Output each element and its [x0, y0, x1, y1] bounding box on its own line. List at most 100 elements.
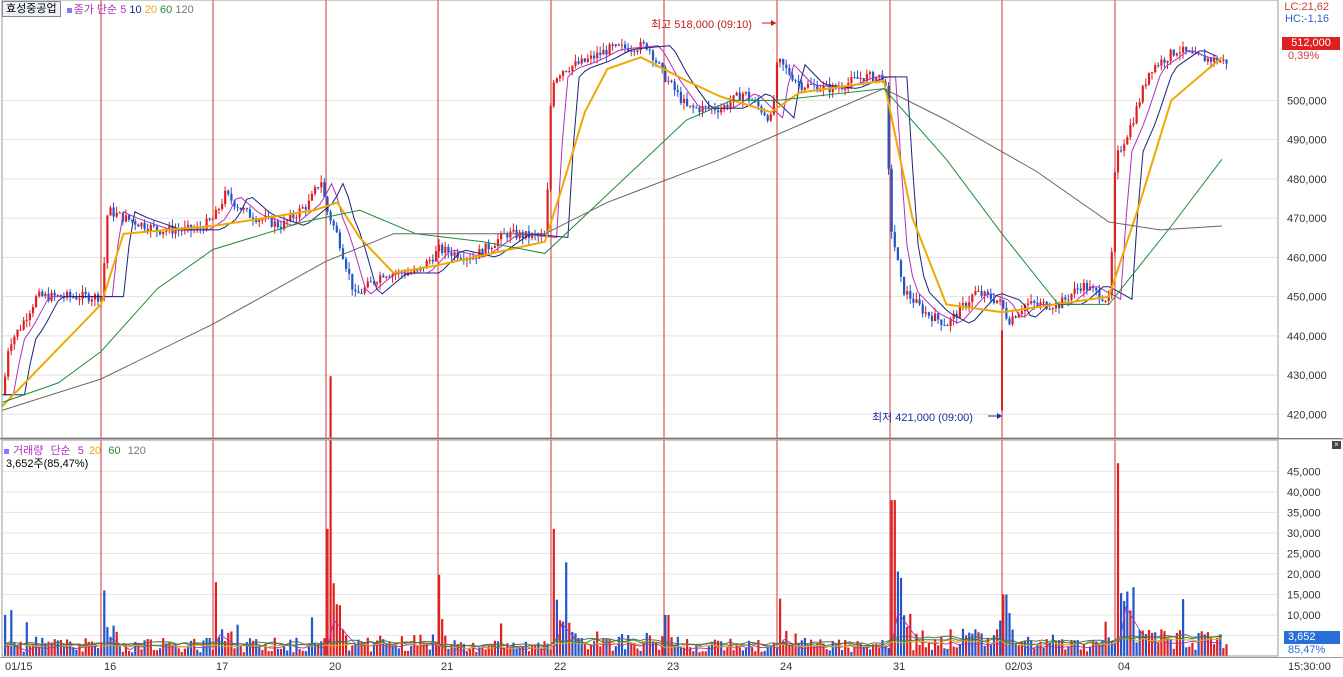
volume-bar [1163, 631, 1166, 656]
vol-ma120-period: 120 [127, 445, 146, 457]
candle-body [682, 98, 686, 104]
volume-bar [698, 652, 701, 656]
volume-bar [568, 622, 571, 656]
volume-bar [22, 651, 25, 656]
volume-bar [500, 623, 503, 656]
candle-body [757, 101, 760, 107]
candle-body [899, 260, 903, 277]
chart-canvas[interactable]: 420,000 430,000 440,000 450,000 460,000 470,0… [0, 0, 1343, 677]
candle-body [304, 207, 307, 210]
candle-body [1036, 302, 1039, 305]
candle-body [599, 52, 602, 55]
candle-body [261, 219, 264, 221]
volume-bar [410, 646, 413, 656]
candle-body [658, 62, 661, 64]
candle-body [1175, 53, 1178, 56]
candle-body [856, 77, 859, 79]
volume-bar [1191, 642, 1194, 656]
candle-body [558, 75, 562, 79]
volume-bar [75, 649, 78, 656]
candle-body [909, 291, 912, 299]
volume-bar [469, 649, 472, 656]
stock-name-box[interactable]: 효성중공업 [2, 1, 61, 17]
candle-body [493, 246, 496, 249]
candle-body [38, 291, 41, 297]
candle-body [1042, 301, 1045, 303]
candle-body [140, 222, 143, 227]
volume-bar [943, 648, 946, 656]
volume-bar [825, 649, 828, 656]
legend-square-icon [4, 448, 9, 454]
candle-body [1132, 123, 1135, 125]
volume-bar [1126, 591, 1129, 656]
close-icon[interactable]: × [1332, 441, 1341, 449]
candle-body [738, 92, 741, 101]
volume-bar [614, 646, 617, 656]
volume-bar [434, 643, 438, 656]
candle-body [106, 215, 109, 264]
candle-body [918, 299, 921, 305]
time-end-label: 15:30:00 [1288, 661, 1331, 673]
candle-body [1064, 297, 1067, 300]
candle-body [487, 243, 490, 250]
candle-body [382, 275, 385, 278]
volume-bar [627, 635, 630, 656]
volume-tick-label: 40,000 [1287, 487, 1321, 499]
volume-bar [1051, 634, 1054, 656]
volume-bar [217, 636, 221, 656]
volume-bar [1185, 647, 1188, 656]
candle-body [450, 252, 453, 256]
candle-body [459, 257, 462, 259]
price-tick-label: 420,000 [1287, 409, 1327, 421]
volume-bar [1120, 593, 1123, 656]
candle-body [1191, 51, 1194, 54]
volume-bar [1107, 637, 1110, 656]
volume-bar [258, 646, 261, 656]
candle-body [490, 248, 493, 250]
candle-body [338, 232, 341, 249]
candle-body [577, 61, 580, 64]
candle-body [1027, 303, 1030, 305]
lc-value: LC:21,62 [1284, 1, 1329, 13]
candle-body [1070, 294, 1073, 300]
volume-bar [952, 646, 955, 656]
candle-body [143, 222, 146, 230]
candle-body [986, 291, 989, 295]
candle-body [676, 90, 679, 92]
volume-bar [283, 646, 286, 656]
volume-bar [648, 635, 651, 656]
volume-bar [841, 650, 844, 656]
volume-bar [447, 648, 450, 656]
volume-bar [348, 650, 351, 656]
candle-body [1005, 307, 1008, 319]
volume-bar [310, 617, 314, 656]
volume-bar [484, 649, 487, 656]
volume-bar [549, 649, 552, 656]
candle-body [1002, 300, 1005, 308]
volume-bar [1023, 640, 1027, 656]
volume-tick-label: 30,000 [1287, 528, 1321, 540]
legend-square-icon [66, 7, 72, 13]
ma10-period: 10 [129, 4, 142, 16]
candle-body [565, 70, 568, 72]
volume-bar [1058, 640, 1061, 656]
volume-bar [242, 652, 245, 656]
volume-bar [1172, 648, 1175, 656]
current-price-badge: 512,000 [1282, 37, 1340, 50]
volume-bar [183, 648, 186, 656]
candle-body [800, 82, 803, 90]
volume-bar [1027, 636, 1030, 656]
volume-bar [298, 649, 301, 656]
volume-bar [961, 628, 965, 656]
volume-bar [385, 643, 388, 656]
volume-bar [695, 645, 698, 656]
volume-bar [847, 647, 850, 656]
candle-body [428, 259, 431, 261]
candle-body [689, 105, 692, 107]
candle-body [782, 59, 785, 65]
candle-body [741, 93, 744, 101]
volume-bar [407, 650, 410, 656]
volume-bar [515, 648, 518, 656]
candle-body [345, 259, 348, 269]
candle-body [568, 71, 571, 73]
